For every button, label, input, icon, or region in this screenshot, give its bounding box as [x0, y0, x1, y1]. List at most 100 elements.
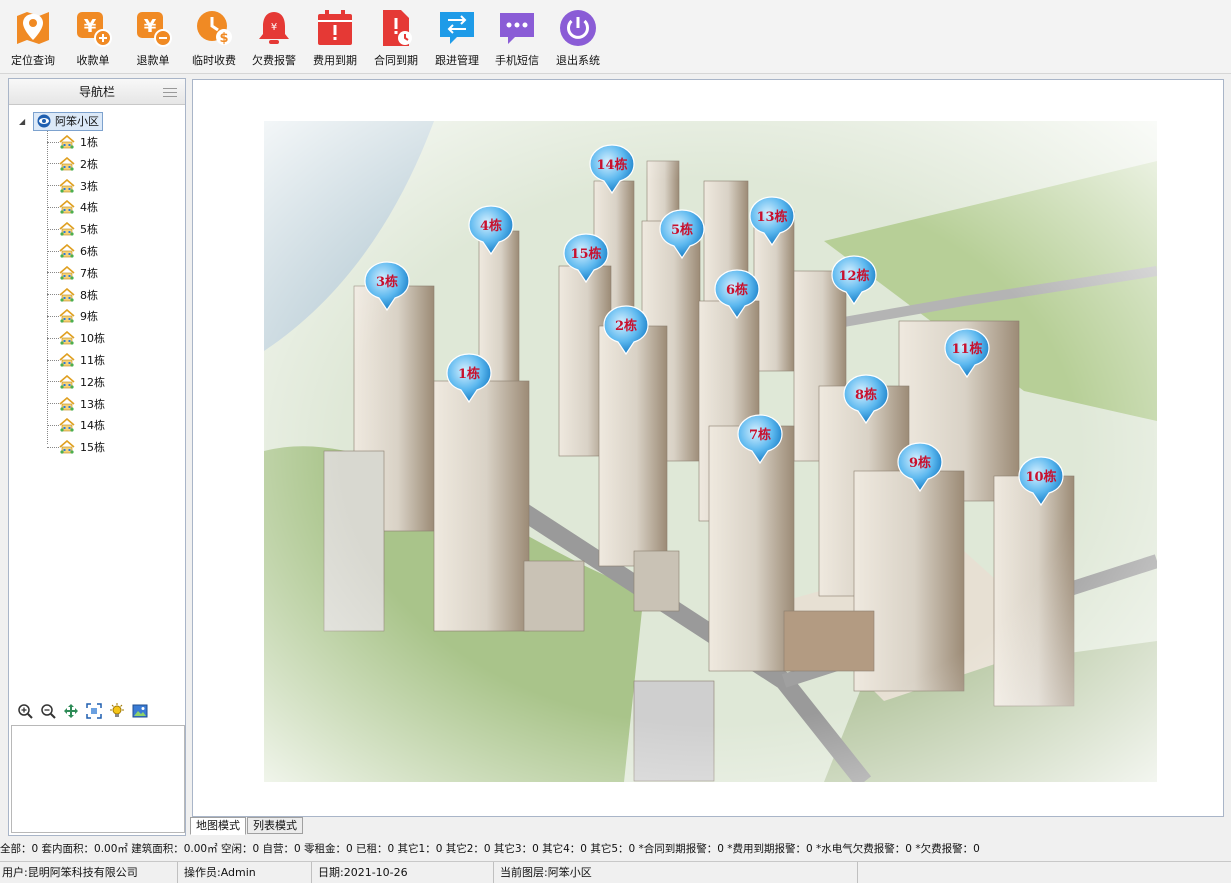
- building-marker-label: 8栋: [854, 388, 878, 403]
- tree-item-building[interactable]: 3栋: [47, 176, 98, 196]
- contract-expiry-label: 合同到期: [374, 54, 418, 67]
- tree-item-building[interactable]: 13栋: [47, 394, 105, 414]
- building-marker-label: 9栋: [908, 456, 932, 471]
- tree-item-building[interactable]: 10栋: [47, 328, 105, 348]
- light-icon[interactable]: [109, 703, 125, 719]
- tree-root-node[interactable]: 阿笨小区: [33, 111, 103, 131]
- zoom-in-icon[interactable]: [17, 703, 33, 719]
- arrears-alarm-label: 欠费报警: [252, 54, 296, 67]
- building-icon: [59, 222, 75, 236]
- tree-item-building[interactable]: 9栋: [47, 306, 98, 326]
- temp-charge-button[interactable]: $ 临时收费: [184, 8, 244, 70]
- tree-branch-line: [47, 185, 59, 187]
- tree-branch-line: [47, 141, 59, 143]
- tree-item-label: 1栋: [80, 136, 98, 149]
- tree-branch-line: [47, 381, 59, 383]
- tree-item-building[interactable]: 5栋: [47, 219, 98, 239]
- building-marker[interactable]: 2栋: [602, 304, 650, 356]
- refund-button[interactable]: ¥ 退款单: [123, 8, 183, 70]
- tab-map-mode[interactable]: 地图模式: [190, 817, 246, 835]
- collapse-icon[interactable]: ◢: [19, 117, 29, 126]
- status-operator: 操作员:Admin: [178, 862, 312, 883]
- aerial-image: [264, 121, 1157, 782]
- yen-plus-icon: ¥: [77, 12, 112, 47]
- full-extent-icon[interactable]: [86, 703, 102, 719]
- tree-item-label: 4栋: [80, 201, 98, 215]
- fee-expiry-label: 费用到期: [313, 54, 357, 67]
- status-bar: 用户:昆明阿笨科技有限公司 操作员:Admin 日期:2021-10-26 当前…: [0, 861, 1231, 883]
- building-marker-label: 13栋: [756, 210, 788, 225]
- view-tabs: 地图模式 列表模式: [190, 817, 304, 835]
- tree-item-building[interactable]: 15栋: [47, 437, 105, 457]
- building-marker[interactable]: 3栋: [363, 260, 411, 312]
- tree-item-label: 5栋: [80, 223, 98, 237]
- building-marker-label: 12栋: [838, 269, 870, 284]
- building-marker[interactable]: 13栋: [748, 195, 796, 247]
- tree-item-label: 10栋: [80, 332, 105, 346]
- building-marker-label: 4栋: [479, 219, 503, 234]
- tree-item-label: 15栋: [80, 441, 105, 455]
- building-icon: [59, 309, 75, 323]
- building-marker[interactable]: 5栋: [658, 208, 706, 260]
- fee-expiry-button[interactable]: 费用到期: [305, 8, 365, 70]
- tree-item-label: 2栋: [80, 157, 98, 171]
- building-icon: [59, 135, 75, 149]
- building-marker[interactable]: 6栋: [713, 268, 761, 320]
- tree-item-label: 8栋: [80, 288, 98, 302]
- location-pin-icon: [17, 12, 49, 44]
- tree-item-label: 9栋: [80, 310, 98, 324]
- building-marker[interactable]: 1栋: [445, 352, 493, 404]
- building-icon: [59, 418, 75, 432]
- svg-text:¥: ¥: [144, 16, 157, 37]
- status-user: 用户:昆明阿笨科技有限公司: [0, 862, 178, 883]
- arrears-alarm-button[interactable]: ¥ 欠费报警: [244, 8, 304, 70]
- building-marker[interactable]: 10栋: [1017, 455, 1065, 507]
- svg-text:¥: ¥: [84, 16, 97, 37]
- building-marker[interactable]: 15栋: [562, 232, 610, 284]
- tree-root[interactable]: ◢ 阿笨小区: [19, 111, 103, 131]
- community-aerial-map[interactable]: 14栋 4栋 5栋 13栋 15栋 3栋 12栋 6栋 2栋 11栋 1栋 8栋 7栋 9栋 10栋: [264, 121, 1157, 782]
- building-marker[interactable]: 9栋: [896, 441, 944, 493]
- follow-up-button[interactable]: 跟进管理: [427, 8, 487, 70]
- exit-button[interactable]: 退出系统: [548, 8, 608, 70]
- exit-label: 退出系统: [556, 54, 600, 67]
- tree-item-building[interactable]: 8栋: [47, 285, 98, 305]
- building-icon: [59, 200, 75, 214]
- follow-up-label: 跟进管理: [435, 54, 479, 67]
- building-icon: [59, 156, 75, 171]
- building-marker[interactable]: 12栋: [830, 254, 878, 306]
- stats-bar: 全部：0 套内面积：0.00㎡ 建筑面积：0.00㎡ 空闲：0 自营：0 零租金…: [0, 843, 980, 855]
- building-icon: [59, 178, 75, 193]
- tree-branch-line: [47, 294, 59, 296]
- nav-title: 导航栏: [78, 85, 115, 99]
- building-tree: ◢ 阿笨小区 1栋 2栋 3栋 4栋 5栋 6栋 7栋 8栋 9栋 10栋 11栋 12栋 13栋 14栋…: [9, 109, 185, 709]
- menu-icon[interactable]: [163, 88, 177, 97]
- contract-expiry-button[interactable]: 合同到期: [366, 8, 426, 70]
- building-marker-label: 14栋: [596, 158, 628, 173]
- sms-label: 手机短信: [495, 54, 539, 67]
- pan-icon[interactable]: [63, 703, 79, 719]
- receipt-label: 收款单: [76, 54, 110, 67]
- tree-item-building[interactable]: 7栋: [47, 263, 98, 283]
- zoom-out-icon[interactable]: [40, 703, 56, 719]
- nav-panel: 导航栏 ◢ 阿笨小区 1栋 2栋 3栋 4栋 5栋 6栋 7栋 8栋 9栋 10栋 11栋 12栋 13…: [8, 78, 186, 836]
- tree-item-building[interactable]: 2栋: [47, 154, 98, 174]
- tree-item-building[interactable]: 11栋: [47, 350, 105, 370]
- tree-item-building[interactable]: 6栋: [47, 241, 98, 261]
- tree-item-building[interactable]: 12栋: [47, 372, 105, 392]
- building-marker[interactable]: 14栋: [588, 143, 636, 195]
- locate-query-button[interactable]: 定位查询: [3, 8, 63, 70]
- refund-label: 退款单: [136, 54, 170, 67]
- building-marker[interactable]: 11栋: [943, 327, 991, 379]
- tab-list-mode[interactable]: 列表模式: [247, 817, 303, 834]
- tree-item-building[interactable]: 4栋: [47, 197, 98, 217]
- building-marker[interactable]: 4栋: [467, 204, 515, 256]
- sms-button[interactable]: 手机短信: [487, 8, 547, 70]
- receipt-button[interactable]: ¥ 收款单: [63, 8, 123, 70]
- image-icon[interactable]: [132, 703, 148, 719]
- building-marker[interactable]: 7栋: [736, 413, 784, 465]
- tree-item-building[interactable]: 14栋: [47, 415, 105, 435]
- building-marker-label: 11栋: [951, 342, 983, 357]
- tree-item-building[interactable]: 1栋: [47, 132, 98, 152]
- building-marker[interactable]: 8栋: [842, 373, 890, 425]
